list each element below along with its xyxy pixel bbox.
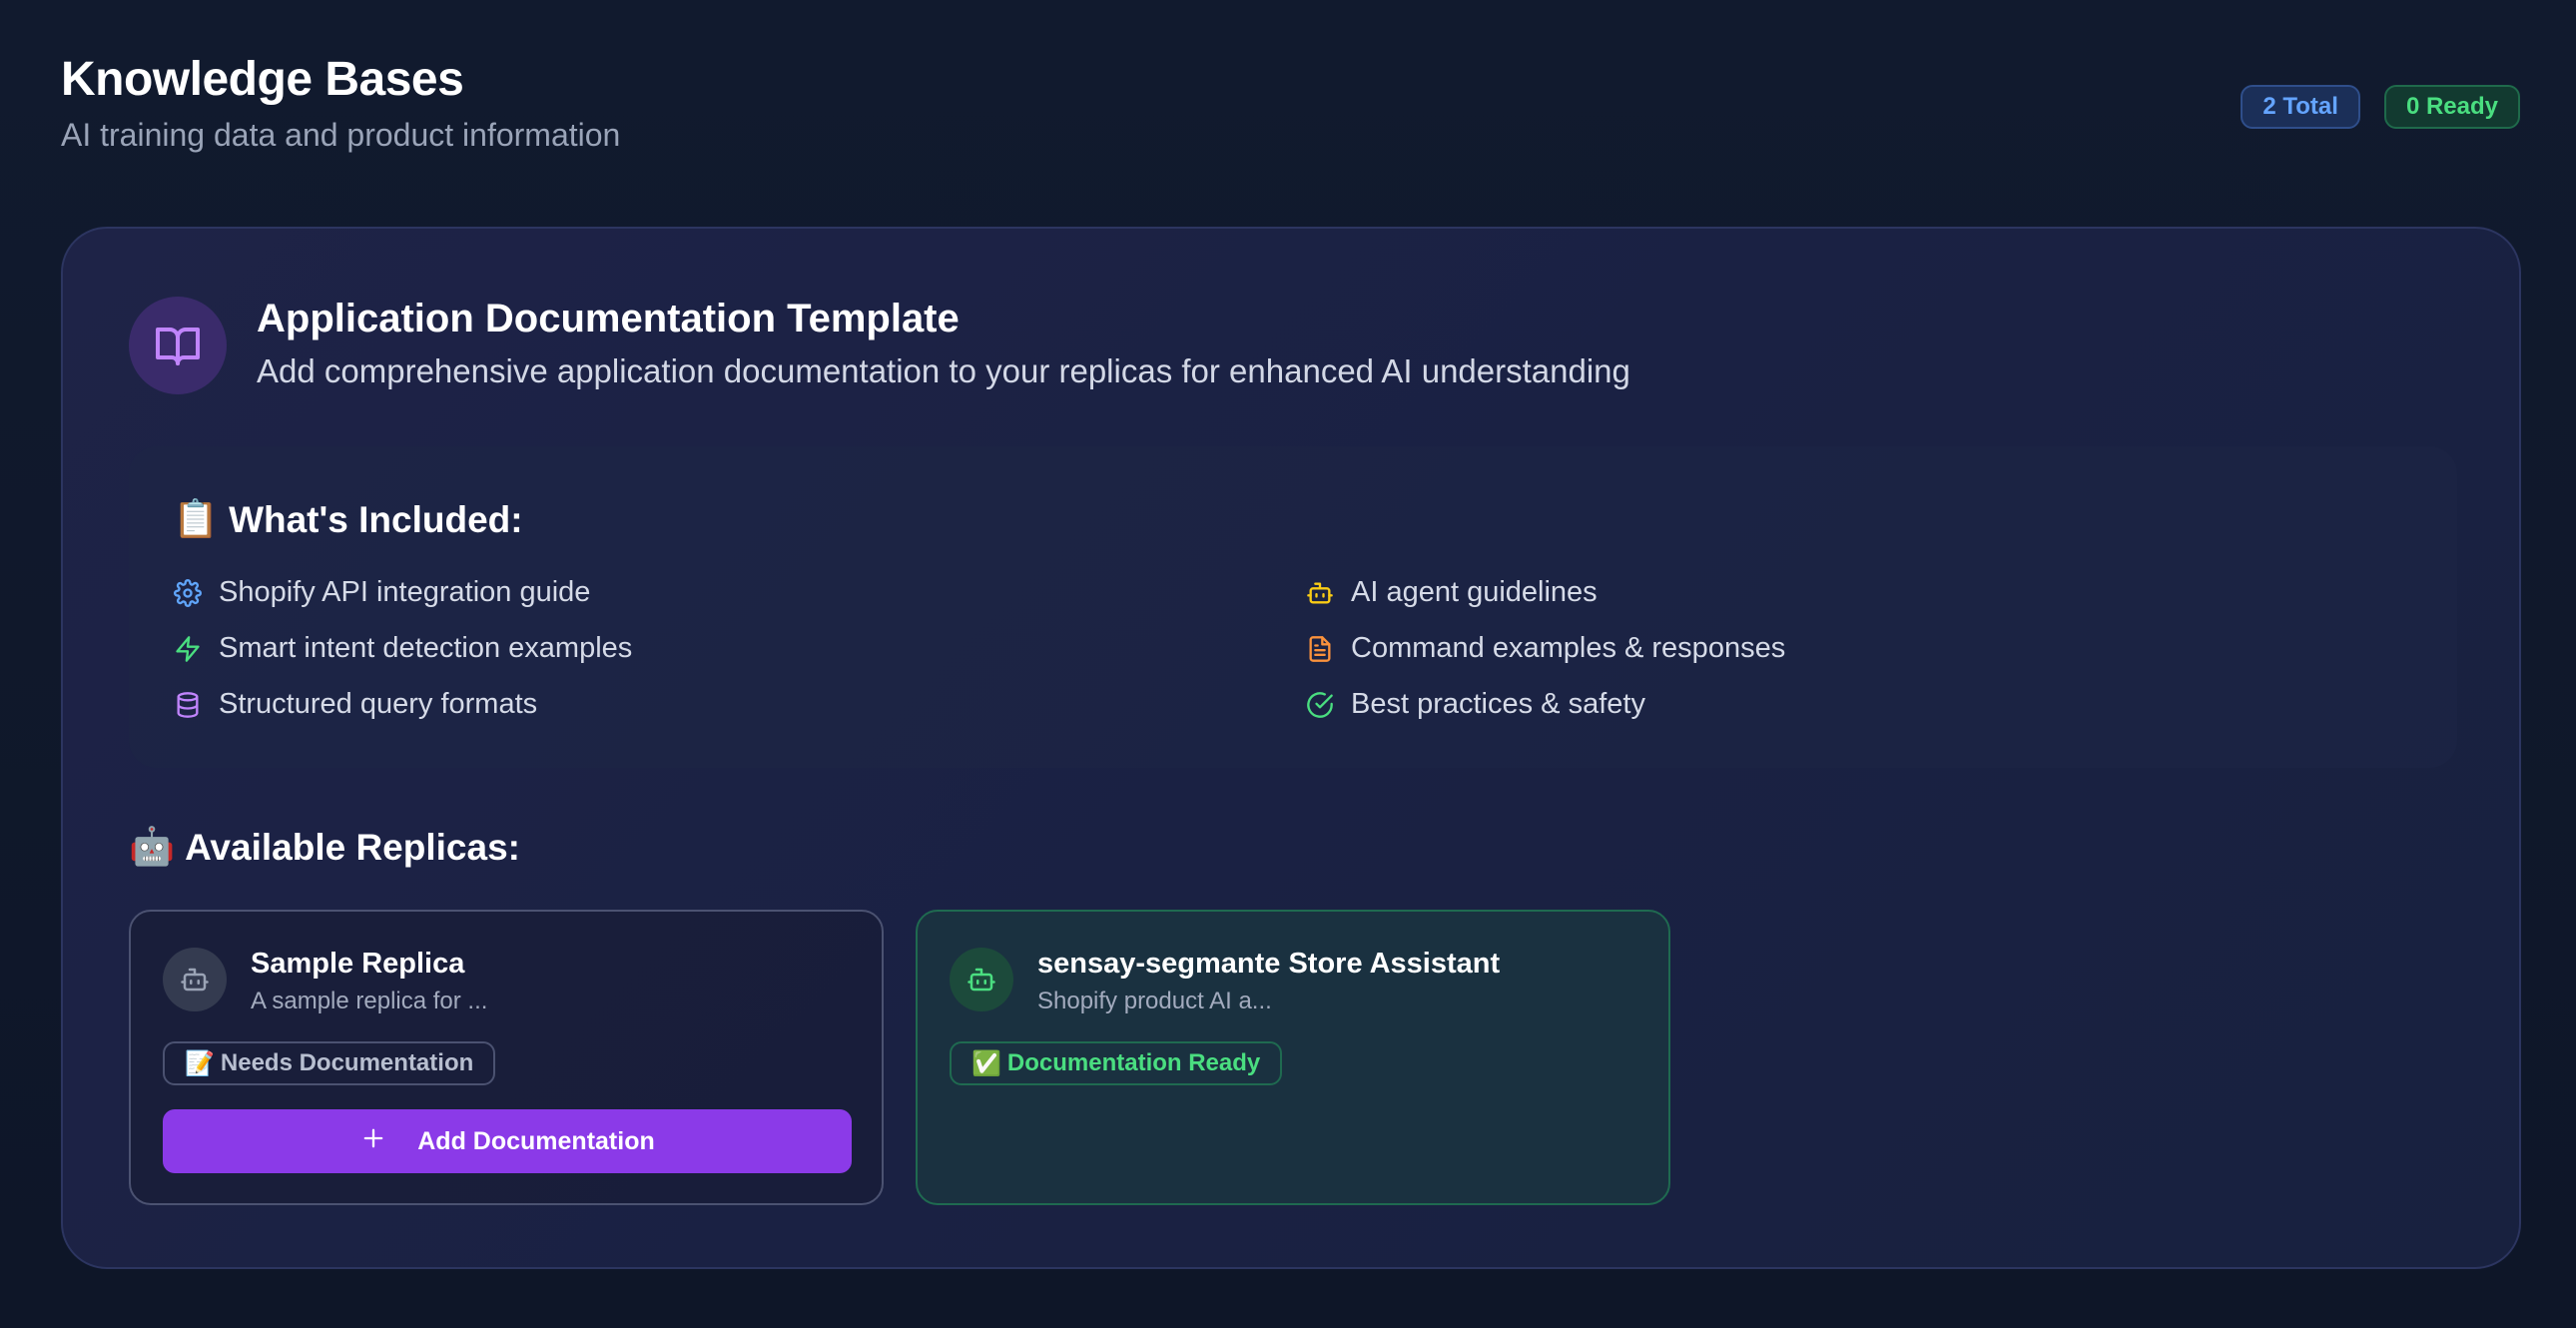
lightning-icon — [173, 634, 203, 664]
status-badge: ✅ Documentation Ready — [950, 1041, 1283, 1085]
gear-icon — [173, 578, 203, 608]
feature-item: Structured query formats — [173, 688, 537, 721]
whats-included-heading: 📋 What's Included: — [173, 498, 523, 541]
feature-label: Smart intent detection examples — [219, 632, 633, 664]
replica-description: Shopify product AI a... — [1037, 988, 1272, 1014]
plus-icon — [359, 1124, 387, 1159]
robot-icon — [1305, 578, 1335, 608]
bot-avatar-icon — [950, 948, 1013, 1011]
add-documentation-label: Add Documentation — [417, 1126, 655, 1155]
replica-card: Sample Replica A sample replica for ... … — [129, 910, 884, 1205]
check-emoji-icon: ✅ — [971, 1049, 1001, 1077]
clipboard-emoji-icon: 📋 — [173, 498, 220, 539]
page-subtitle: AI training data and product information — [61, 117, 621, 153]
document-icon — [1305, 634, 1335, 664]
whats-included-panel: 📋 What's Included: Shopify API integrati… — [129, 446, 2457, 768]
template-description: Add comprehensive application documentat… — [257, 352, 1630, 389]
robot-emoji-icon: 🤖 — [129, 826, 176, 867]
template-title: Application Documentation Template — [257, 297, 960, 340]
feature-item: Smart intent detection examples — [173, 632, 632, 665]
feature-label: Command examples & responses — [1351, 632, 1786, 664]
total-count-badge: 2 Total — [2241, 85, 2360, 129]
memo-emoji-icon: 📝 — [185, 1049, 215, 1077]
feature-label: Shopify API integration guide — [219, 576, 591, 608]
page: Knowledge Bases AI training data and pro… — [0, 0, 2576, 1328]
status-label: Needs Documentation — [220, 1049, 474, 1076]
add-documentation-button[interactable]: Add Documentation — [163, 1109, 852, 1173]
check-circle-icon — [1305, 690, 1335, 720]
feature-label: AI agent guidelines — [1351, 576, 1598, 608]
whats-included-label: What's Included: — [229, 498, 523, 540]
status-badge: 📝 Needs Documentation — [163, 1041, 496, 1085]
feature-label: Structured query formats — [219, 688, 538, 720]
available-replicas-label: Available Replicas: — [185, 826, 520, 868]
status-label: Documentation Ready — [1006, 1049, 1261, 1076]
database-icon — [173, 690, 203, 720]
bot-avatar-icon — [163, 948, 227, 1011]
feature-item: Command examples & responses — [1305, 632, 1785, 665]
header-badges: 2 Total 0 Ready — [2241, 85, 2520, 129]
feature-item: Shopify API integration guide — [173, 576, 590, 609]
available-replicas-heading: 🤖 Available Replicas: — [129, 826, 520, 869]
replica-card: sensay-segmante Store Assistant Shopify … — [916, 910, 1670, 1205]
replica-name: sensay-segmante Store Assistant — [1037, 948, 1501, 980]
documentation-template-card: Application Documentation Template Add c… — [61, 227, 2521, 1269]
feature-label: Best practices & safety — [1351, 688, 1645, 720]
ready-count-badge: 0 Ready — [2383, 85, 2520, 129]
page-title: Knowledge Bases — [61, 53, 464, 106]
feature-item: Best practices & safety — [1305, 688, 1645, 721]
book-open-icon — [129, 297, 227, 394]
replica-name: Sample Replica — [251, 948, 465, 980]
feature-item: AI agent guidelines — [1305, 576, 1598, 609]
replica-description: A sample replica for ... — [251, 988, 488, 1014]
